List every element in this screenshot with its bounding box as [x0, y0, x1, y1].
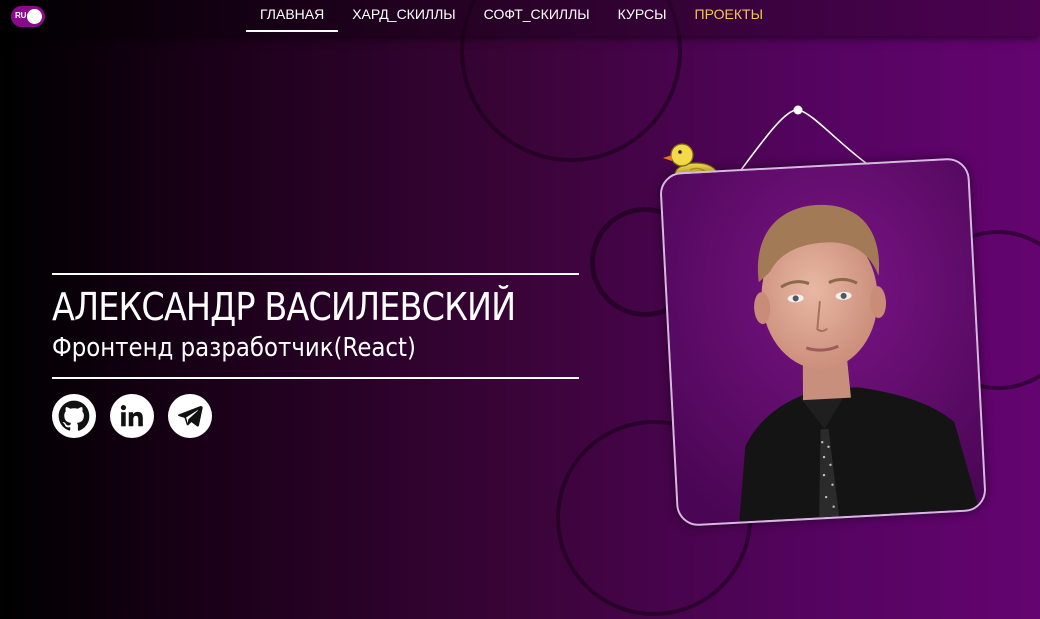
page: RU ГЛАВНАЯ ХАРД_СКИЛЛЫ СОФТ_СКИЛЛЫ КУРСЫ… [0, 0, 1040, 619]
nav-item-projects[interactable]: ПРОЕКТЫ [681, 0, 777, 32]
profile-photo-frame [658, 157, 988, 527]
top-navbar: RU ГЛАВНАЯ ХАРД_СКИЛЛЫ СОФТ_СКИЛЛЫ КУРСЫ… [0, 0, 1040, 36]
profile-photo [661, 159, 985, 525]
nav-item-courses[interactable]: КУРСЫ [604, 0, 681, 32]
telegram-link[interactable] [168, 394, 212, 438]
nav-item-hard-skills[interactable]: ХАРД_СКИЛЛЫ [338, 0, 469, 32]
main-nav: ГЛАВНАЯ ХАРД_СКИЛЛЫ СОФТ_СКИЛЛЫ КУРСЫ ПР… [246, 0, 777, 32]
linkedin-icon [120, 404, 143, 427]
linkedin-link[interactable] [110, 394, 154, 438]
divider [52, 273, 579, 275]
hero-role: Фронтенд разработчик(React) [52, 333, 416, 363]
social-links [52, 394, 212, 438]
hero-name: АЛЕКСАНДР ВАСИЛЕВСКИЙ [52, 285, 516, 329]
language-toggle[interactable]: RU [11, 6, 45, 27]
github-link[interactable] [52, 394, 96, 438]
divider [52, 377, 579, 379]
telegram-icon [177, 405, 203, 427]
nav-item-soft-skills[interactable]: СОФТ_СКИЛЛЫ [470, 0, 604, 32]
toggle-knob [27, 9, 42, 24]
github-icon [58, 400, 90, 431]
nav-item-home[interactable]: ГЛАВНАЯ [246, 0, 339, 32]
language-label: RU [15, 11, 27, 20]
hero-section: АЛЕКСАНДР ВАСИЛЕВСКИЙ Фронтенд разработч… [52, 273, 579, 379]
